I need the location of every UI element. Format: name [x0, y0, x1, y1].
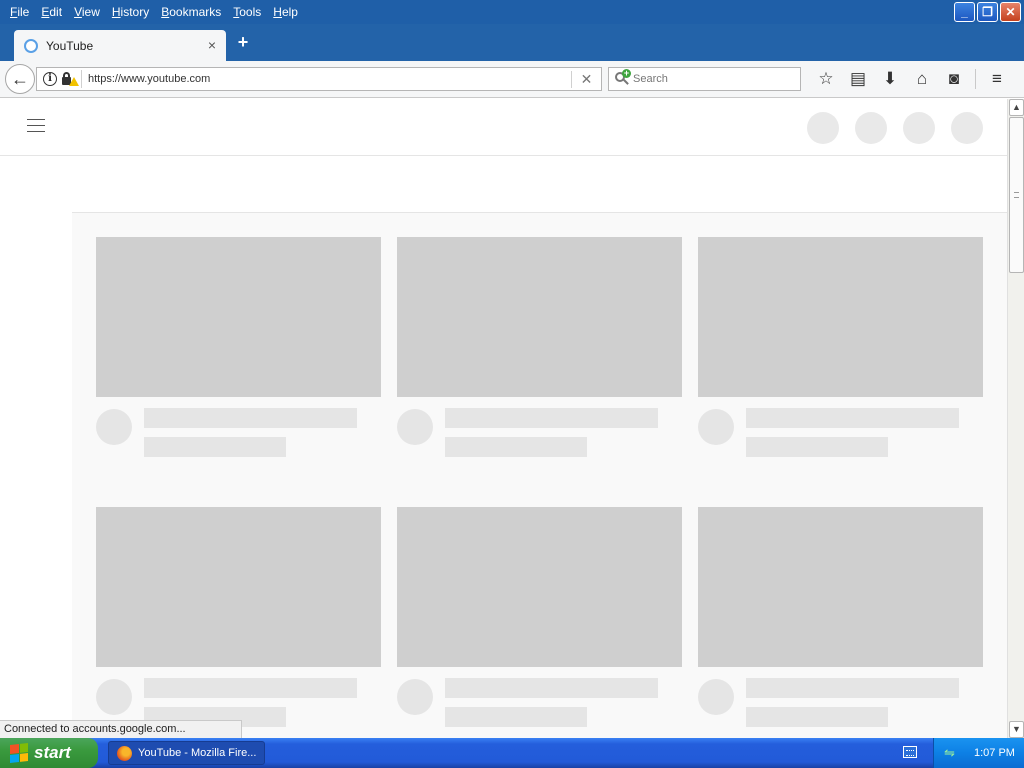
info-icon[interactable]: i [43, 72, 57, 86]
header-placeholder-circle [903, 112, 935, 144]
search-input[interactable] [633, 73, 783, 85]
keyboard-icon[interactable] [903, 746, 917, 758]
restore-button[interactable]: ❐ [977, 2, 998, 22]
youtube-sidebar [0, 156, 72, 738]
title-placeholder [746, 408, 959, 428]
title-placeholder [144, 678, 357, 698]
insecure-lock-icon[interactable] [61, 71, 79, 87]
title-placeholder [445, 678, 658, 698]
minimize-button[interactable]: _ [954, 2, 975, 22]
scroll-up-button[interactable]: ▲ [1009, 99, 1024, 116]
title-placeholder [445, 408, 658, 428]
menu: File Edit View History Bookmarks Tools H… [0, 1, 304, 23]
menu-icon[interactable]: ≡ [981, 67, 1013, 91]
tab-youtube[interactable]: YouTube × [14, 30, 226, 61]
thumbnail-placeholder [698, 237, 983, 397]
back-button[interactable]: ← [5, 64, 35, 94]
video-card-placeholder [698, 507, 983, 727]
url-clear-icon[interactable]: ✕ [571, 70, 601, 88]
avatar-placeholder [96, 409, 132, 445]
loading-icon [24, 38, 38, 53]
avatar-placeholder [397, 679, 433, 715]
home-icon[interactable]: ⌂ [906, 67, 938, 91]
menu-tools[interactable]: Tools [227, 1, 267, 23]
thumbnail-placeholder [96, 237, 381, 397]
thumbnail-placeholder [698, 507, 983, 667]
tab-title: YouTube [46, 38, 94, 53]
download-icon[interactable]: ⬇ [874, 67, 906, 91]
url-text[interactable]: https://www.youtube.com [88, 73, 571, 85]
title-placeholder [746, 678, 959, 698]
meta-placeholder [445, 707, 587, 727]
video-card-placeholder [96, 507, 381, 727]
thumbnail-placeholder [96, 507, 381, 667]
tab-close-icon[interactable]: × [208, 37, 216, 53]
star-icon[interactable]: ☆ [810, 67, 842, 91]
search-icon[interactable]: + [615, 69, 631, 87]
system-tray: ⇋ 1:07 PM [933, 738, 1024, 768]
scroll-grip [1014, 192, 1019, 198]
meta-placeholder [445, 437, 587, 457]
video-card-placeholder [397, 507, 682, 727]
network-icon[interactable]: ⇋ [944, 745, 960, 761]
windows-logo-icon [10, 743, 28, 763]
video-card-placeholder [698, 237, 983, 457]
header-placeholder-circle [951, 112, 983, 144]
navigation-bar: ← i https://www.youtube.com ✕ + ☆ ▤ ⬇ ⌂ … [0, 61, 1024, 98]
avatar-placeholder [698, 409, 734, 445]
tab-strip: YouTube × + [0, 24, 1024, 61]
toolbar-separator [975, 69, 976, 89]
title-placeholder [144, 408, 357, 428]
taskbar-item-label: YouTube - Mozilla Fire... [138, 747, 257, 759]
taskbar: start YouTube - Mozilla Fire... ⇋ 1:07 P… [0, 738, 1024, 768]
scroll-thumb[interactable] [1009, 117, 1024, 273]
clock[interactable]: 1:07 PM [974, 747, 1015, 759]
video-card-placeholder [96, 237, 381, 457]
meta-placeholder [746, 437, 888, 457]
page-content [0, 99, 1007, 738]
status-text: Connected to accounts.google.com... [0, 720, 242, 739]
menu-file[interactable]: File [4, 1, 35, 23]
avatar-placeholder [96, 679, 132, 715]
thumbnail-placeholder [397, 237, 682, 397]
meta-placeholder [144, 437, 286, 457]
youtube-header [0, 99, 1007, 156]
avatar-placeholder [698, 679, 734, 715]
menu-bookmarks[interactable]: Bookmarks [155, 1, 227, 23]
start-button[interactable]: start [0, 738, 98, 768]
youtube-subheader [72, 156, 1007, 213]
url-bar[interactable]: i https://www.youtube.com ✕ [36, 67, 602, 91]
reading-list-icon[interactable]: ▤ [842, 67, 874, 91]
header-placeholder-circle [855, 112, 887, 144]
meta-placeholder [746, 707, 888, 727]
hamburger-icon[interactable] [27, 119, 45, 133]
menu-help[interactable]: Help [267, 1, 304, 23]
search-bar[interactable]: + [608, 67, 801, 91]
new-tab-button[interactable]: + [234, 32, 252, 53]
url-separator [81, 70, 82, 88]
pocket-icon[interactable]: ◙ [938, 67, 970, 91]
close-button[interactable]: ✕ [1000, 2, 1021, 22]
taskbar-item-firefox[interactable]: YouTube - Mozilla Fire... [108, 741, 265, 765]
menu-bar: File Edit View History Bookmarks Tools H… [0, 0, 1024, 24]
avatar-placeholder [397, 409, 433, 445]
thumbnail-placeholder [397, 507, 682, 667]
menu-edit[interactable]: Edit [35, 1, 68, 23]
toolbar-icons: ☆ ▤ ⬇ ⌂ ◙ ≡ [810, 67, 1013, 91]
vertical-scrollbar[interactable]: ▲ ▼ [1007, 99, 1024, 738]
scroll-down-button[interactable]: ▼ [1009, 721, 1024, 738]
firefox-icon [117, 745, 132, 761]
start-label: start [34, 743, 71, 762]
video-card-placeholder [397, 237, 682, 457]
window-controls: _ ❐ ✕ [954, 2, 1021, 22]
menu-history[interactable]: History [106, 1, 155, 23]
menu-view[interactable]: View [68, 1, 106, 23]
header-placeholder-circle [807, 112, 839, 144]
